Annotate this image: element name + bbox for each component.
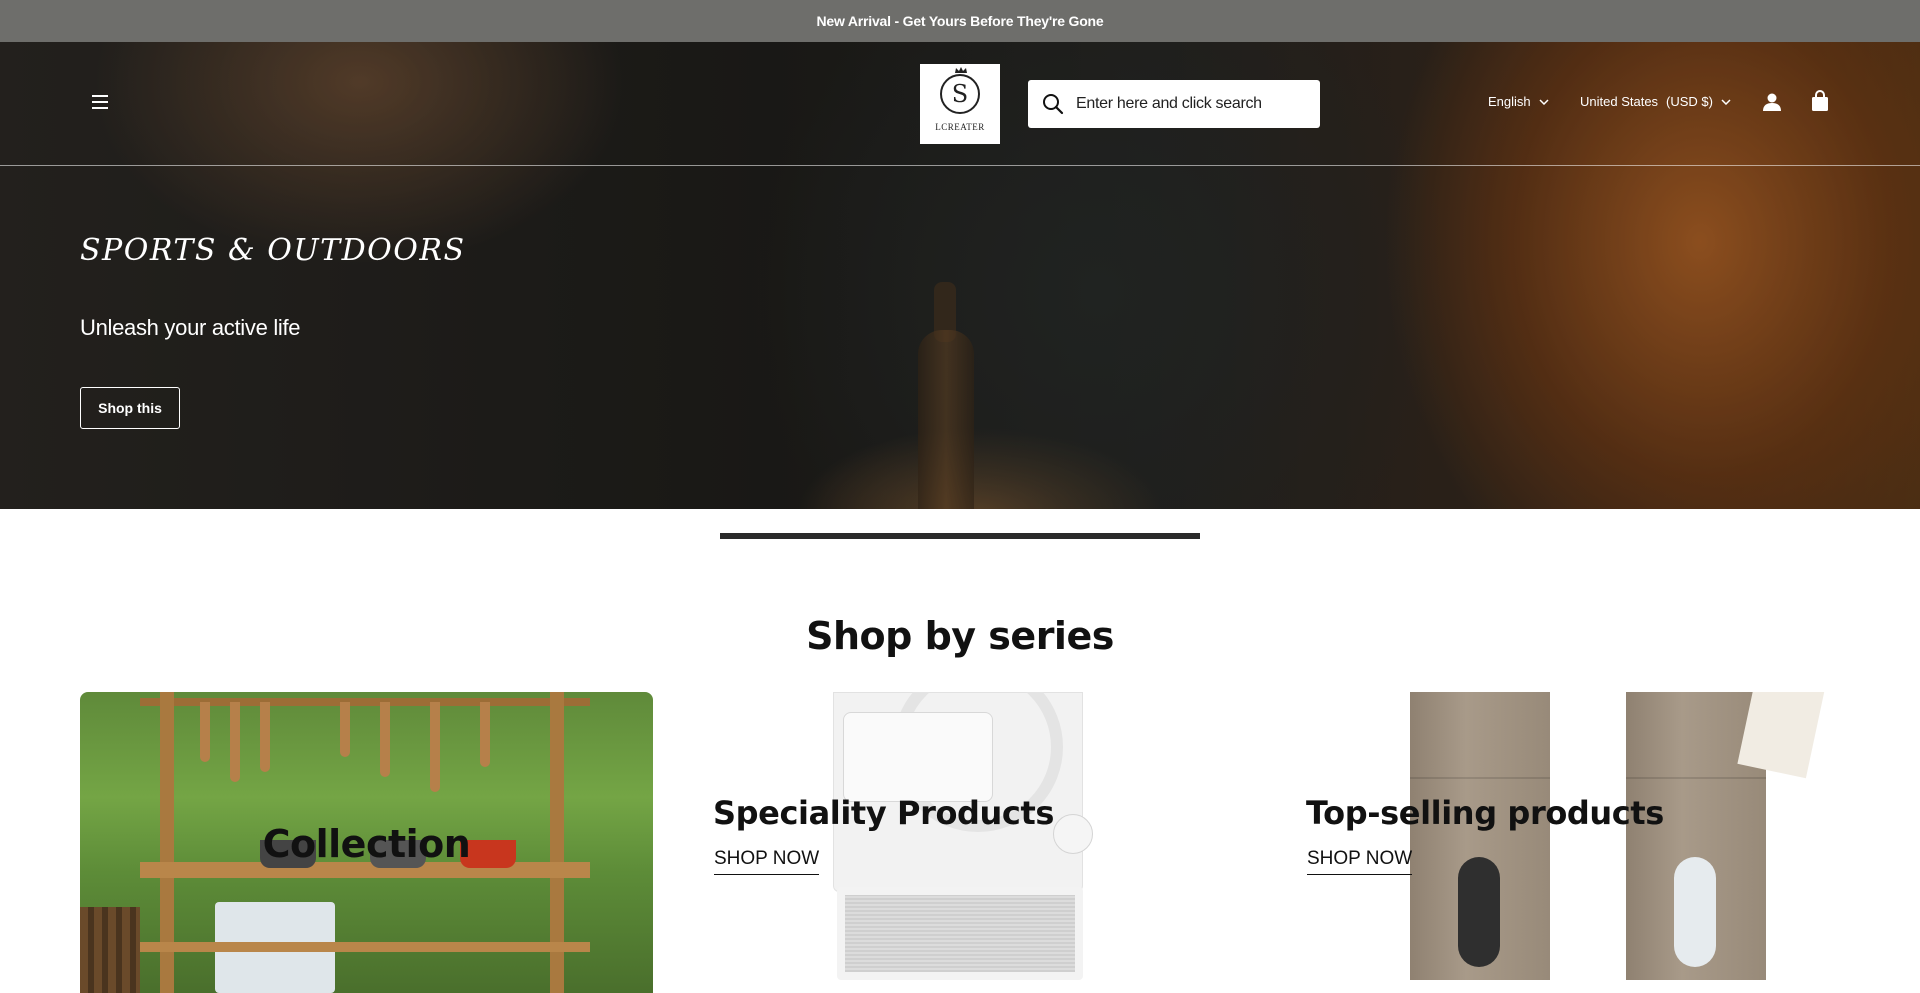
shop-now-link[interactable]: SHOP NOW: [1307, 848, 1413, 875]
language-selector[interactable]: English: [1488, 94, 1549, 109]
chevron-down-icon: [1721, 98, 1731, 105]
country-label: United States: [1580, 94, 1659, 109]
shop-now-link[interactable]: SHOP NOW: [714, 848, 820, 875]
announcement-text: New Arrival - Get Yours Before They're G…: [816, 13, 1104, 29]
chevron-down-icon: [1539, 98, 1549, 105]
hero-title: SPORTS & OUTDOORS: [80, 233, 466, 268]
product-tag-image: [1737, 692, 1825, 779]
logo-emblem: S: [940, 67, 980, 114]
series-card-top-selling[interactable]: Top-selling products SHOP NOW: [1286, 692, 1840, 993]
slideshow-progress-fill: [720, 533, 1200, 539]
section-title: Shop by series: [806, 614, 1114, 658]
series-card-speciality[interactable]: Speciality Products SHOP NOW: [693, 692, 1266, 993]
language-label: English: [1488, 94, 1531, 109]
announcement-bar: New Arrival - Get Yours Before They're G…: [0, 0, 1920, 42]
menu-icon[interactable]: [90, 94, 110, 110]
series-card-label: Speciality Products: [713, 794, 1055, 832]
series-card-label: Collection: [262, 822, 471, 866]
search-box: [1028, 80, 1320, 128]
site-header: S LCREATER English United States (USD $): [0, 42, 1920, 166]
crown-icon: [955, 67, 967, 73]
search-icon[interactable]: [1042, 93, 1064, 115]
hero-subtitle: Unleash your active life: [80, 315, 301, 340]
site-logo[interactable]: S LCREATER: [920, 64, 1000, 144]
logo-letter: S: [951, 80, 969, 108]
logo-text: LCREATER: [935, 122, 985, 132]
account-icon[interactable]: [1762, 92, 1782, 112]
cart-bag-icon[interactable]: [1810, 90, 1830, 112]
search-input[interactable]: [1076, 95, 1306, 113]
currency-label: (USD $): [1666, 94, 1713, 109]
series-card-label: Top-selling products: [1306, 794, 1664, 832]
appliance-image: [833, 692, 1093, 980]
series-card-collection[interactable]: Collection: [80, 692, 653, 993]
country-currency-selector[interactable]: United States (USD $): [1580, 94, 1731, 109]
pepper-grinder-image: [1410, 692, 1550, 980]
shop-this-button[interactable]: Shop this: [80, 387, 180, 429]
slideshow-progress[interactable]: [720, 533, 1200, 539]
